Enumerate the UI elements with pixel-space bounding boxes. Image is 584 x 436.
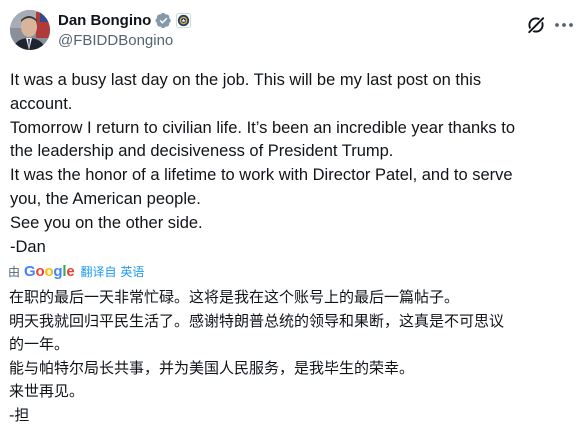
translated-text-line: 明天我就回归平民生活了。感谢特朗普总统的领导和果断，这真是不可思议 [9,311,505,330]
translated-text: 在职的最后一天非常忙碌。这将是我在这个账号上的最后一篇帖子。 明天我就回归平民生… [9,286,574,428]
verified-badge-icon[interactable] [155,12,172,29]
author-names: Dan Bongino @FBIDDBongino [58,10,192,49]
post-text-line: See you on the other side. [10,213,203,232]
post-text-line: Tomorrow I return to civilian life. It’s… [10,118,516,137]
fbi-seal-icon[interactable] [176,12,192,28]
post-text-line: the leadership and decisiveness of Presi… [10,142,394,161]
translated-by-label: 由 [8,264,21,279]
avatar-image [10,10,50,50]
avatar[interactable] [10,10,50,50]
author-handle[interactable]: @FBIDDBongino [58,32,191,49]
translate-source-link[interactable]: 翻译自 英语 [81,263,145,280]
post-text-line: account. [10,94,73,113]
translated-text-line: 的一年。 [9,335,70,354]
post-text-line: It was a busy last day on the job. This … [10,71,482,89]
translated-text-line: -担 [9,405,30,424]
display-name-row: Dan Bongino [58,10,192,30]
display-name[interactable]: Dan Bongino [58,12,151,29]
translated-text-line: 能与帕特尔局长共事，并为美国人民服务，是我毕生的荣幸。 [9,358,415,377]
post-header: Dan Bongino @FBIDDBongino [8,8,576,56]
google-logo: Google [24,262,75,280]
post-text-line: -Dan [10,237,46,256]
post-text-line: It was the honor of a lifetime to work w… [10,166,513,185]
translation-attribution: 由 Google 翻译自 英语 [8,261,144,281]
translated-text-line: 来世再见。 [9,382,85,401]
grok-icon[interactable] [526,15,546,35]
translated-text-line: 在职的最后一天非常忙碌。这将是我在这个账号上的最后一篇帖子。 [9,288,460,306]
more-options-icon[interactable] [552,15,576,35]
post-text: It was a busy last day on the job. This … [10,69,570,259]
post-text-line: you, the American people. [10,189,201,208]
